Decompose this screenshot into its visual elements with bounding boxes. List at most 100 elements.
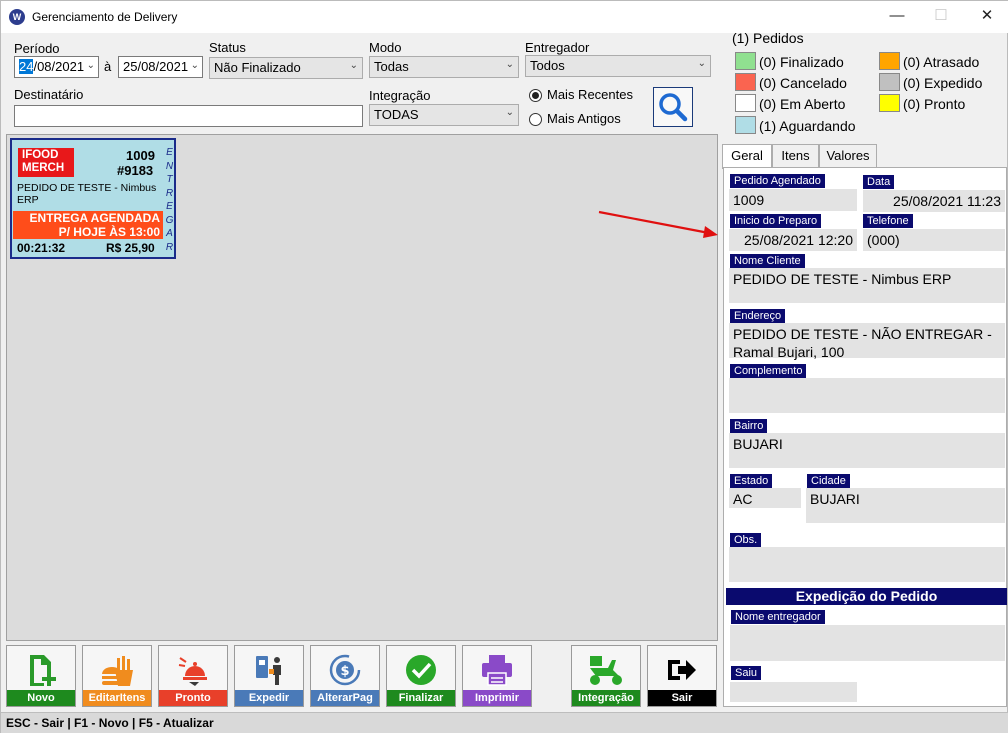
date-separator: à <box>104 59 112 74</box>
maximize-button[interactable]: ☐ <box>923 5 959 27</box>
complemento-label: Complemento <box>730 364 807 378</box>
status-select[interactable]: Não Finalizado ⌄ <box>209 57 363 79</box>
delivery-window: W Gerenciamento de Delivery — ☐ ✕ Períod… <box>0 0 1008 733</box>
estado-label: Estado <box>730 474 773 488</box>
sair-button[interactable]: Sair <box>647 645 717 707</box>
legend-color-em-aberto <box>735 94 756 112</box>
order-card[interactable]: IFOOD MERCH 1009 #9183 PEDIDO DE TESTE -… <box>10 138 176 259</box>
sort-recent-label: Mais Recentes <box>547 87 633 102</box>
chevron-down-icon: ⌄ <box>190 60 199 71</box>
pronto-button[interactable]: Pronto <box>158 645 228 707</box>
exit-icon <box>668 660 696 680</box>
order-total: R$ 25,90 <box>106 241 155 255</box>
modo-select[interactable]: Todas ⌄ <box>369 56 519 78</box>
expedicao-title: Expedição do Pedido <box>726 588 1007 605</box>
new-document-icon <box>30 655 56 686</box>
endereco-value: PEDIDO DE TESTE - NÃO ENTREGAR - Ramal B… <box>729 323 1005 360</box>
legend-color-expedido <box>879 73 900 91</box>
date-to-value: 25/08/2021 <box>123 59 189 74</box>
integracao-label: Integração <box>369 88 431 103</box>
cidade-label: Cidade <box>807 474 850 488</box>
legend-cancelado: (0) Cancelado <box>759 75 847 91</box>
editar-itens-button[interactable]: EditarItens <box>82 645 152 707</box>
minimize-button[interactable]: — <box>879 5 915 27</box>
entregar-vertical-label: E N T R E G A R <box>163 140 176 257</box>
obs-value <box>729 547 1005 582</box>
window-title: Gerenciamento de Delivery <box>32 10 178 24</box>
chevron-down-icon: ⌄ <box>86 60 95 71</box>
telefone-label: Telefone <box>863 214 913 228</box>
delivery-person-icon <box>256 656 281 685</box>
novo-button[interactable]: Novo <box>6 645 76 707</box>
integracao-select[interactable]: TODAS ⌄ <box>369 104 519 126</box>
bairro-value: BUJARI <box>729 433 1005 468</box>
legend-em-aberto: (0) Em Aberto <box>759 96 846 112</box>
legend-aguardando: (1) Aguardando <box>759 118 856 134</box>
integracao-value: TODAS <box>374 107 419 122</box>
endereco-label: Endereço <box>730 309 786 323</box>
integracao-button[interactable]: Integração <box>571 645 641 707</box>
side-letter: T <box>166 174 173 185</box>
date-from-day: 24 <box>19 59 34 74</box>
modo-label: Modo <box>369 40 402 55</box>
entregador-select[interactable]: Todos ⌄ <box>525 55 711 77</box>
search-button[interactable] <box>653 87 693 127</box>
side-letter: R <box>165 187 174 199</box>
inicio-preparo-value: 25/08/2021 12:20 <box>729 229 857 251</box>
data-value: 25/08/2021 11:23 <box>863 190 1005 212</box>
destinatario-input[interactable] <box>14 105 363 127</box>
imprimir-button[interactable]: Imprimir <box>462 645 532 707</box>
finalizar-button[interactable]: Finalizar <box>386 645 456 707</box>
legend-color-finalizado <box>735 52 756 70</box>
side-letter: R <box>165 241 174 253</box>
status-label: Status <box>209 40 246 55</box>
saiu-value <box>730 682 857 702</box>
finalizar-label: Finalizar <box>387 690 455 706</box>
obs-label: Obs. <box>730 533 762 547</box>
endereco-line2: Ramal Bujari, 100 <box>733 344 845 360</box>
alterar-pag-label: AlterarPag <box>311 690 379 706</box>
cidade-value: BUJARI <box>806 488 1005 523</box>
tab-itens[interactable]: Itens <box>772 144 819 168</box>
alterar-pag-button[interactable]: $ AlterarPag <box>310 645 380 707</box>
pronto-label: Pronto <box>159 690 227 706</box>
close-button[interactable]: ✕ <box>969 5 1005 27</box>
integracao-label: Integração <box>572 690 640 706</box>
red-arrow-icon <box>598 210 718 238</box>
chevron-down-icon: ⌄ <box>505 107 514 118</box>
status-value: Não Finalizado <box>214 60 301 75</box>
legend-finalizado: (0) Finalizado <box>759 54 844 70</box>
printer-icon <box>482 655 512 686</box>
saiu-label: Saiu <box>731 666 762 680</box>
legend-title: (1) Pedidos <box>732 30 804 46</box>
status-bar: ESC - Sair | F1 - Novo | F5 - Atualizar <box>1 712 1008 733</box>
nome-entregador-value <box>730 625 1005 661</box>
side-letter: N <box>165 160 174 172</box>
novo-label: Novo <box>7 690 75 706</box>
sort-old-radio[interactable] <box>529 113 542 126</box>
legend-expedido: (0) Expedido <box>903 75 983 91</box>
imprimir-label: Imprimir <box>463 690 531 706</box>
nome-entregador-label: Nome entregador <box>731 610 825 624</box>
periodo-label: Período <box>14 41 60 56</box>
complemento-value <box>729 378 1005 413</box>
sair-label: Sair <box>648 690 716 706</box>
sort-recent-radio[interactable] <box>529 89 542 102</box>
side-letter: A <box>166 228 173 239</box>
bell-icon <box>178 657 207 686</box>
date-from-picker[interactable]: 24/08/2021 ⌄ <box>14 56 99 78</box>
tab-geral[interactable]: Geral <box>722 144 772 169</box>
nome-cliente-label: Nome Cliente <box>730 254 805 268</box>
order-elapsed: 00:21:32 <box>17 241 66 255</box>
chevron-down-icon: ⌄ <box>697 58 706 69</box>
date-to-picker[interactable]: 25/08/2021 ⌄ <box>118 56 203 78</box>
pedido-agendado-label: Pedido Agendado <box>730 174 825 188</box>
nome-cliente-value: PEDIDO DE TESTE - Nimbus ERP <box>729 268 1005 303</box>
data-label: Data <box>863 175 895 189</box>
order-number: 1009 <box>126 148 155 163</box>
chevron-down-icon: ⌄ <box>505 59 514 70</box>
date-from-rest: /08/2021 <box>33 59 85 74</box>
tab-valores[interactable]: Valores <box>819 144 877 168</box>
legend-color-atrasado <box>879 52 900 70</box>
expedir-button[interactable]: Expedir <box>234 645 304 707</box>
